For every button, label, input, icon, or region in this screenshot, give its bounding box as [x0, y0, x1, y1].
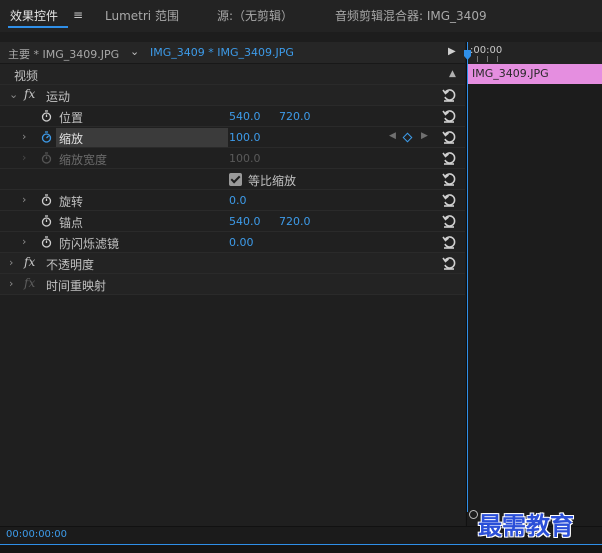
opacity-effect-row[interactable]: › fx 不透明度: [0, 253, 465, 274]
play-icon[interactable]: ▶: [448, 46, 456, 57]
position-label: 位置: [59, 111, 84, 125]
tab-effect-controls[interactable]: 效果控件: [10, 7, 58, 24]
fx-icon[interactable]: fx: [24, 87, 35, 101]
stopwatch-icon[interactable]: [41, 236, 52, 248]
anchor-row: 锚点 540.0 720.0: [0, 211, 465, 232]
rotation-row: › 旋转 0.0: [0, 190, 465, 211]
chevron-right-icon[interactable]: ›: [22, 235, 26, 248]
position-x-value[interactable]: 540.0: [229, 110, 261, 123]
current-timecode[interactable]: 00:00:00:00: [6, 529, 67, 540]
menu-icon[interactable]: ≡: [73, 8, 83, 22]
video-section-label: 视频: [14, 69, 39, 83]
uniform-scale-checkbox[interactable]: [229, 173, 242, 186]
sequence-clip-label[interactable]: IMG_3409 * IMG_3409.JPG: [150, 46, 294, 59]
uniform-scale-label: 等比缩放: [248, 174, 297, 188]
stopwatch-icon: [41, 152, 52, 164]
reset-icon[interactable]: [441, 255, 457, 271]
master-clip-label[interactable]: 主要 * IMG_3409.JPG: [8, 46, 119, 62]
reset-icon[interactable]: [441, 171, 457, 187]
chevron-down-icon[interactable]: ⌄: [9, 88, 18, 101]
scale-width-value: 100.0: [229, 152, 261, 165]
chevron-down-icon[interactable]: ⌄: [130, 45, 139, 58]
chevron-right-icon[interactable]: ›: [22, 193, 26, 206]
position-y-value[interactable]: 720.0: [279, 110, 311, 123]
effect-timeline[interactable]: :00:00 IMG_3409.JPG: [464, 42, 602, 526]
ruler-tick: [497, 56, 498, 62]
anti-flicker-label: 防闪烁滤镜: [59, 237, 120, 251]
clip-header: 主要 * IMG_3409.JPG ⌄ IMG_3409 * IMG_3409.…: [0, 42, 465, 64]
reset-icon[interactable]: [441, 87, 457, 103]
rotation-label: 旋转: [59, 195, 84, 209]
scale-width-label: 缩放宽度: [59, 153, 108, 167]
reset-icon[interactable]: [441, 192, 457, 208]
anchor-y-value[interactable]: 720.0: [279, 215, 311, 228]
watermark-text: 最需教育: [478, 511, 574, 540]
next-keyframe-icon[interactable]: ▶: [421, 131, 428, 141]
ruler-tick: [487, 56, 488, 62]
collapse-up-icon[interactable]: ▲: [449, 69, 456, 79]
stopwatch-icon[interactable]: [41, 110, 52, 122]
opacity-label: 不透明度: [46, 258, 95, 272]
playhead-line[interactable]: [464, 42, 471, 512]
timeline-clip-name: IMG_3409.JPG: [472, 67, 549, 80]
anchor-x-value[interactable]: 540.0: [229, 215, 261, 228]
tab-lumetri-scopes[interactable]: Lumetri 范围: [105, 7, 179, 24]
motion-label: 运动: [46, 90, 71, 104]
motion-effect-row[interactable]: ⌄ fx 运动: [0, 85, 465, 106]
uniform-scale-row: 等比缩放: [0, 169, 465, 190]
fx-icon: fx: [24, 276, 36, 290]
panel-tab-bar: 效果控件 ≡ Lumetri 范围 源:（无剪辑） 音频剪辑混合器: IMG_3…: [0, 0, 602, 32]
rotation-value[interactable]: 0.0: [229, 194, 247, 207]
fx-icon[interactable]: fx: [24, 255, 35, 269]
previous-keyframe-icon[interactable]: ◀: [389, 131, 396, 141]
chevron-right-icon: ›: [22, 151, 27, 164]
ruler-tick: [477, 56, 478, 62]
effect-controls-panel: 视频 ▲ ⌄ fx 运动 位置 540.0 720.0 › 缩放 100.0 ◀…: [0, 64, 465, 526]
anchor-label: 锚点: [59, 216, 84, 230]
timeline-clip-bar[interactable]: IMG_3409.JPG: [468, 64, 602, 84]
chevron-right-icon[interactable]: ›: [9, 256, 13, 269]
active-tab-underline: [8, 26, 68, 28]
position-row: 位置 540.0 720.0: [0, 106, 465, 127]
reset-icon[interactable]: [441, 129, 457, 145]
timeline-zoom-handle[interactable]: [469, 510, 478, 519]
time-ruler[interactable]: :00:00: [467, 42, 602, 64]
time-remap-effect-row[interactable]: › fx 时间重映射: [0, 274, 465, 295]
scale-width-row: › 缩放宽度 100.0: [0, 148, 465, 169]
time-remap-label: 时间重映射: [46, 279, 107, 293]
reset-icon[interactable]: [441, 108, 457, 124]
footer-strip: [0, 544, 602, 553]
chevron-right-icon[interactable]: ›: [22, 130, 26, 143]
video-section-header: 视频 ▲: [0, 64, 465, 85]
reset-icon[interactable]: [441, 213, 457, 229]
stopwatch-icon[interactable]: [41, 131, 52, 143]
anti-flicker-row: › 防闪烁滤镜 0.00: [0, 232, 465, 253]
ruler-time-label: :00:00: [470, 45, 503, 56]
anti-flicker-value[interactable]: 0.00: [229, 236, 254, 249]
stopwatch-icon[interactable]: [41, 215, 52, 227]
scale-label: 缩放: [59, 132, 84, 146]
tab-source[interactable]: 源:（无剪辑）: [217, 7, 293, 24]
chevron-right-icon[interactable]: ›: [9, 277, 13, 290]
scale-row: › 缩放 100.0 ◀ ▶: [0, 127, 465, 148]
keyframe-icon[interactable]: [402, 132, 413, 143]
stopwatch-icon[interactable]: [41, 194, 52, 206]
scale-value[interactable]: 100.0: [229, 131, 261, 144]
reset-icon[interactable]: [441, 150, 457, 166]
reset-icon[interactable]: [441, 234, 457, 250]
tab-audio-clip-mixer[interactable]: 音频剪辑混合器: IMG_3409: [335, 7, 487, 24]
